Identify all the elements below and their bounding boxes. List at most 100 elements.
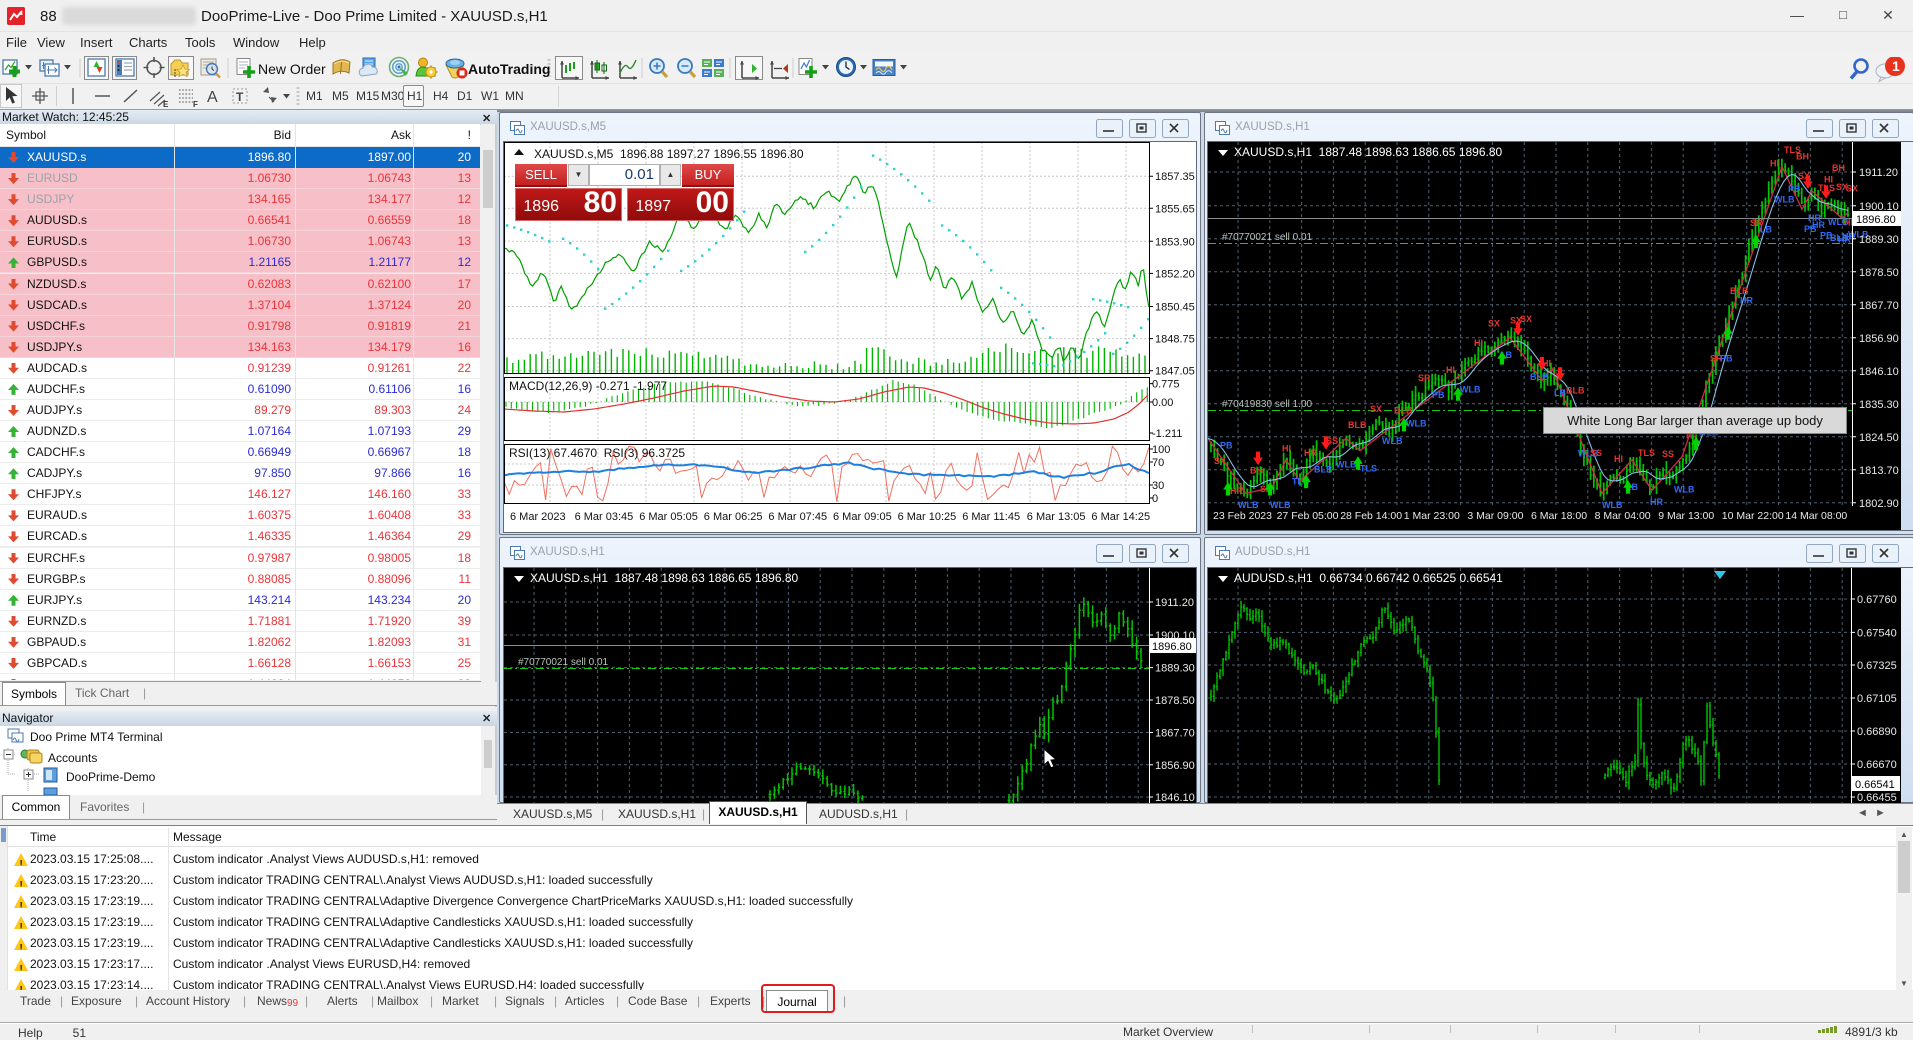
svg-text:A: A — [207, 89, 218, 106]
svg-text:0.00: 0.00 — [1152, 397, 1173, 409]
svg-text:SX: SX — [1520, 314, 1532, 324]
svg-text:XAUUSD.s,H1 1887.48 1898.63 1: XAUUSD.s,H1 1887.48 1898.63 1886.65 1896… — [530, 571, 799, 585]
svg-text:WLB: WLB — [1460, 384, 1481, 394]
svg-text:1853.90: 1853.90 — [1155, 236, 1195, 248]
svg-text:6 Mar 09:05: 6 Mar 09:05 — [833, 511, 892, 523]
svg-text:1824.50: 1824.50 — [1859, 432, 1899, 444]
svg-text:WLB: WLB — [1774, 195, 1795, 205]
svg-text:0.66670: 0.66670 — [1857, 759, 1897, 771]
svg-text:HR: HR — [1304, 448, 1317, 458]
svg-text:HI: HI — [1824, 175, 1833, 185]
svg-text:BLB: BLB — [1530, 372, 1549, 382]
svg-text:1847.05: 1847.05 — [1155, 366, 1195, 378]
svg-text:PB: PB — [1720, 353, 1733, 363]
svg-text:BLB: BLB — [1314, 465, 1333, 475]
svg-text:XAUUSD.s,M5 1896.88 1897.27 1: XAUUSD.s,M5 1896.88 1897.27 1896.55 1896… — [534, 147, 804, 161]
svg-text:6 Mar 06:25: 6 Mar 06:25 — [704, 511, 763, 523]
svg-text:TLS: TLS — [1360, 464, 1377, 474]
svg-text:F: F — [193, 100, 198, 109]
svg-text:HI: HI — [1282, 444, 1291, 454]
svg-text:PB: PB — [1788, 184, 1801, 194]
svg-text:BLB: BLB — [1566, 385, 1585, 395]
svg-text:0.66541: 0.66541 — [1855, 779, 1895, 791]
svg-text:WLB: WLB — [1270, 500, 1291, 510]
svg-text:SX: SX — [1370, 404, 1382, 414]
svg-text:LB: LB — [1554, 388, 1566, 398]
svg-text:SX: SX — [1214, 456, 1226, 466]
svg-text:WLB: WLB — [1382, 436, 1403, 446]
svg-text:1878.50: 1878.50 — [1859, 267, 1899, 279]
svg-text:0.67325: 0.67325 — [1857, 660, 1897, 672]
svg-text:1835.30: 1835.30 — [1859, 399, 1899, 411]
svg-text:28 Feb 14:00: 28 Feb 14:00 — [1340, 510, 1402, 522]
svg-text:1889.30: 1889.30 — [1859, 234, 1899, 246]
svg-text:#70770021 sell 0.01: #70770021 sell 0.01 — [518, 657, 609, 668]
svg-text:1: 1 — [1892, 58, 1900, 74]
svg-text:SS: SS — [1662, 449, 1674, 459]
svg-text:BLB: BLB — [1394, 405, 1413, 415]
svg-text:8 Mar 04:00: 8 Mar 04:00 — [1595, 510, 1651, 522]
svg-text:1852.20: 1852.20 — [1155, 268, 1195, 280]
svg-text:DooPrime-Demo: DooPrime-Demo — [66, 770, 156, 784]
svg-text:HR: HR — [1230, 486, 1243, 496]
svg-text:6 Mar 11:45: 6 Mar 11:45 — [962, 511, 1020, 523]
svg-text:BLB: BLB — [1730, 286, 1749, 296]
svg-text:6 Mar 05:05: 6 Mar 05:05 — [639, 511, 698, 523]
svg-text:HI: HI — [1446, 365, 1455, 375]
svg-text:WLB: WLB — [1238, 500, 1259, 510]
svg-text:HI: HI — [1614, 454, 1623, 464]
svg-text:1867.70: 1867.70 — [1859, 300, 1899, 312]
svg-text:1911.20: 1911.20 — [1155, 597, 1194, 609]
svg-text:SX: SX — [1488, 318, 1500, 328]
svg-text:TLS: TLS — [1784, 145, 1801, 155]
svg-text:BH: BH — [1250, 465, 1263, 475]
svg-text:1896.80: 1896.80 — [1152, 641, 1192, 653]
svg-text:0.66455: 0.66455 — [1857, 792, 1897, 803]
svg-text:1802.90: 1802.90 — [1859, 498, 1899, 510]
svg-text:10 Mar 22:00: 10 Mar 22:00 — [1722, 510, 1784, 522]
svg-text:1889.30: 1889.30 — [1155, 663, 1195, 675]
svg-text:0.775: 0.775 — [1152, 379, 1180, 391]
svg-text:6 Mar 14:25: 6 Mar 14:25 — [1091, 511, 1150, 523]
svg-text:3 Mar 09:00: 3 Mar 09:00 — [1467, 510, 1523, 522]
svg-text:1896.80: 1896.80 — [1856, 214, 1896, 226]
svg-text:Accounts: Accounts — [48, 751, 97, 765]
svg-text:MACD(12,26,9) -0.271 -1.977: MACD(12,26,9) -0.271 -1.977 — [509, 379, 667, 393]
svg-text:WLB: WLB — [1406, 418, 1427, 428]
svg-text:6 Mar 18:00: 6 Mar 18:00 — [1531, 510, 1587, 522]
svg-text:9 Mar 13:00: 9 Mar 13:00 — [1658, 510, 1714, 522]
svg-text:BLB: BLB — [1348, 420, 1367, 430]
svg-text:WLB: WLB — [1336, 460, 1357, 470]
svg-text:RSI(13) 67.4670 RSI(3) 96.372: RSI(13) 67.4670 RSI(3) 96.3725 — [509, 446, 685, 460]
svg-text:TLS: TLS — [1638, 448, 1655, 458]
svg-text:0.67760: 0.67760 — [1857, 594, 1897, 606]
svg-text:6 Mar 07:45: 6 Mar 07:45 — [768, 511, 827, 523]
svg-text:WLB: WLB — [1602, 500, 1623, 510]
svg-text:27 Feb 05:00: 27 Feb 05:00 — [1277, 510, 1339, 522]
svg-text:0.67105: 0.67105 — [1857, 693, 1897, 705]
svg-text:HI: HI — [1474, 338, 1483, 348]
svg-text:SR: SR — [1418, 373, 1431, 383]
svg-text:0: 0 — [1152, 493, 1158, 505]
svg-text:PB: PB — [1432, 390, 1445, 400]
svg-text:HI: HI — [1770, 159, 1779, 169]
svg-text:6 Mar 13:05: 6 Mar 13:05 — [1027, 511, 1086, 523]
svg-text:E: E — [163, 100, 169, 109]
svg-text:HR: HR — [1740, 296, 1753, 306]
svg-text:LB: LB — [1760, 224, 1772, 234]
svg-text:100: 100 — [1152, 444, 1170, 456]
svg-text:#70770021 sell 0.01: #70770021 sell 0.01 — [1222, 232, 1313, 243]
svg-text:BH: BH — [1832, 163, 1845, 173]
svg-text:SS: SS — [1590, 448, 1602, 458]
svg-text:30: 30 — [1152, 480, 1164, 492]
svg-text:PB: PB — [1220, 441, 1233, 451]
svg-text:1 Mar 23:00: 1 Mar 23:00 — [1404, 510, 1460, 522]
svg-text:XAUUSD.s,H1 1887.48 1898.63 1: XAUUSD.s,H1 1887.48 1898.63 1886.65 1896… — [1234, 145, 1503, 159]
svg-text:1813.70: 1813.70 — [1859, 465, 1899, 477]
svg-text:1846.10: 1846.10 — [1155, 792, 1195, 803]
svg-text:6 Mar 10:25: 6 Mar 10:25 — [898, 511, 957, 523]
svg-text:Doo Prime MT4 Terminal: Doo Prime MT4 Terminal — [30, 730, 162, 744]
svg-text:1846.10: 1846.10 — [1859, 366, 1899, 378]
svg-text:-1.211: -1.211 — [1152, 428, 1182, 440]
svg-text:HR: HR — [1812, 220, 1825, 230]
